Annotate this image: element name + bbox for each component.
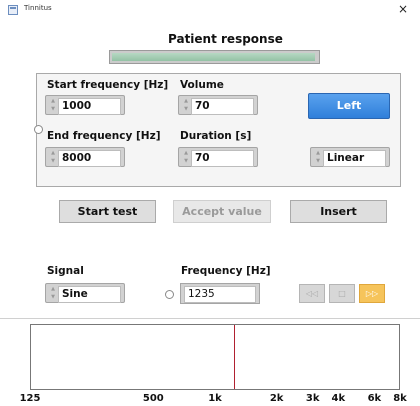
axis-tick-label: 1k [208, 393, 222, 404]
spin-down-icon[interactable]: ▼ [49, 158, 57, 164]
end-frequency-input[interactable]: 8000 [58, 150, 121, 167]
accept-value-button[interactable]: Accept value [173, 200, 271, 223]
signal-spinner[interactable]: ▲ ▼ Sine [45, 283, 125, 303]
left-ear-button[interactable]: Left [308, 93, 390, 119]
duration-label: Duration [s] [180, 130, 252, 142]
spin-up-icon[interactable]: ▲ [314, 150, 322, 156]
sweep-mode-spinner[interactable]: ▲ ▼ Linear [310, 147, 390, 167]
insert-button[interactable]: Insert [290, 200, 387, 223]
rewind-button[interactable]: ◁◁ [299, 284, 325, 303]
start-frequency-spinner[interactable]: ▲ ▼ 1000 [45, 95, 125, 115]
start-frequency-label: Start frequency [Hz] [47, 79, 169, 91]
stop-button[interactable]: □ [329, 284, 355, 303]
patient-response-fill [112, 53, 315, 61]
window-title: Tinnitus [24, 4, 52, 12]
frequency-display: 1235 [180, 283, 260, 304]
axis-tick-label: 500 [142, 393, 164, 404]
frequency-plot [30, 324, 400, 390]
spin-up-icon[interactable]: ▲ [49, 150, 57, 156]
title-bar [0, 0, 420, 22]
duration-input[interactable]: 70 [191, 150, 254, 167]
patient-response-label: Patient response [168, 32, 283, 46]
start-test-button[interactable]: Start test [59, 200, 156, 223]
forward-button[interactable]: ▷▷ [359, 284, 385, 303]
app-icon [8, 5, 18, 15]
end-frequency-spinner[interactable]: ▲ ▼ 8000 [45, 147, 125, 167]
volume-spinner[interactable]: ▲ ▼ 70 [178, 95, 258, 115]
signal-label: Signal [47, 265, 84, 277]
start-frequency-input[interactable]: 1000 [58, 98, 121, 115]
patient-response-bar [109, 50, 320, 64]
frequency-marker [233, 325, 235, 389]
sweep-mode-input[interactable]: Linear [323, 150, 386, 167]
spinner-arrows[interactable]: ▲ ▼ [182, 150, 190, 165]
close-icon[interactable]: × [398, 2, 408, 16]
start-end-radio[interactable] [34, 125, 43, 134]
duration-spinner[interactable]: ▲ ▼ 70 [178, 147, 258, 167]
frequency-value: 1235 [184, 286, 256, 303]
spin-up-icon[interactable]: ▲ [49, 286, 57, 292]
spinner-arrows[interactable]: ▲ ▼ [49, 98, 57, 113]
spin-down-icon[interactable]: ▼ [49, 294, 57, 300]
spin-up-icon[interactable]: ▲ [182, 150, 190, 156]
spinner-arrows[interactable]: ▲ ▼ [182, 98, 190, 113]
spinner-arrows[interactable]: ▲ ▼ [49, 150, 57, 165]
spin-up-icon[interactable]: ▲ [182, 98, 190, 104]
spinner-arrows[interactable]: ▲ ▼ [314, 150, 322, 165]
spin-down-icon[interactable]: ▼ [49, 106, 57, 112]
spin-up-icon[interactable]: ▲ [49, 98, 57, 104]
axis-tick-label: 8k [393, 393, 407, 404]
volume-input[interactable]: 70 [191, 98, 254, 115]
spinner-arrows[interactable]: ▲ ▼ [49, 286, 57, 301]
spin-down-icon[interactable]: ▼ [182, 158, 190, 164]
signal-input[interactable]: Sine [58, 286, 121, 303]
end-frequency-label: End frequency [Hz] [47, 130, 161, 142]
axis-tick-label: 2k [269, 393, 284, 404]
section-divider [0, 318, 420, 319]
spin-down-icon[interactable]: ▼ [182, 106, 190, 112]
axis-tick-label: 6k [367, 393, 382, 404]
frequency-label: Frequency [Hz] [181, 265, 271, 277]
spin-down-icon[interactable]: ▼ [314, 158, 322, 164]
volume-label: Volume [180, 79, 224, 91]
frequency-radio[interactable] [165, 290, 174, 299]
axis-tick-label: 4k [331, 393, 346, 404]
axis-tick-label: 125 [19, 393, 41, 404]
axis-tick-label: 3k [305, 393, 320, 404]
